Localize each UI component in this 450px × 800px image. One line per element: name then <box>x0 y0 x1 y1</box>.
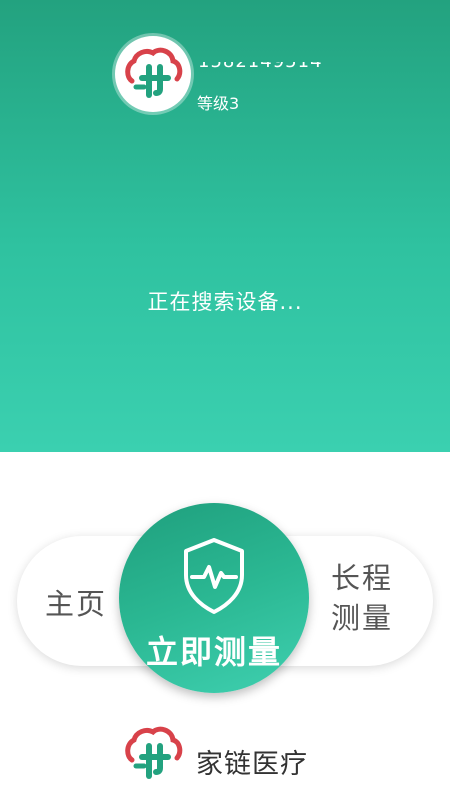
nav-long-measure-button[interactable]: 长程测量 <box>327 558 397 638</box>
search-status-text: 正在搜索设备... <box>147 290 303 314</box>
nav-home-button[interactable]: 主页 <box>45 581 107 623</box>
measure-now-button[interactable]: 立即测量 <box>119 503 309 693</box>
cross-logo-icon <box>125 47 183 98</box>
phone-number: 1582149514 <box>198 62 338 76</box>
footer-logo <box>122 722 186 786</box>
user-level: 等级3 <box>197 94 240 113</box>
brand-name: 家链医疗 <box>196 749 308 780</box>
shield-heartbeat-icon <box>184 538 244 614</box>
measure-now-label: 立即测量 <box>145 633 282 671</box>
avatar[interactable] <box>115 36 191 112</box>
cross-logo-icon <box>125 726 183 779</box>
header-banner: 1582149514 等级3 正在搜索设备... <box>0 0 450 452</box>
